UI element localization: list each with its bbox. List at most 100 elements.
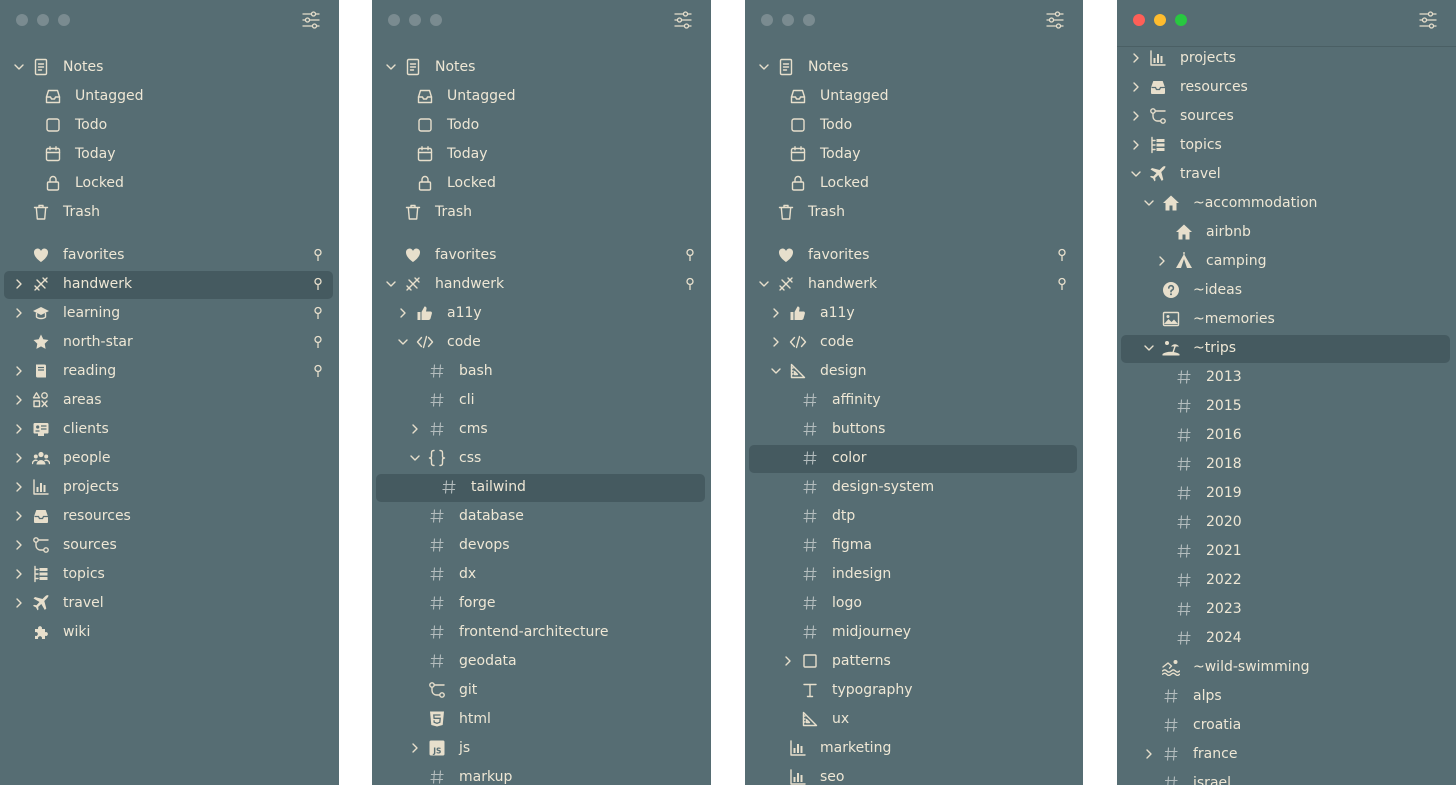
chevron-right-icon[interactable] (409, 742, 421, 754)
sidebar-item-marketing[interactable]: marketing (745, 734, 1083, 763)
sidebar-item-tailwind[interactable]: tailwind (372, 473, 711, 502)
sidebar-item-frontend-architecture[interactable]: frontend-architecture (372, 618, 711, 647)
sidebar-item-projects[interactable]: projects (1117, 44, 1456, 73)
chevron-down-icon[interactable] (397, 336, 409, 348)
sliders-icon[interactable] (1418, 10, 1438, 30)
sidebar-item-notes[interactable]: Notes (745, 53, 1083, 82)
minimize-button[interactable] (1154, 14, 1166, 26)
chevron-right-icon[interactable] (13, 510, 25, 522)
sidebar-item-sources[interactable]: sources (1117, 102, 1456, 131)
sliders-icon[interactable] (1045, 10, 1065, 30)
chevron-right-icon[interactable] (782, 655, 794, 667)
sidebar-item-markup[interactable]: markup (372, 763, 711, 785)
sidebar-item-wiki[interactable]: wiki (0, 618, 339, 647)
minimize-button[interactable] (782, 14, 794, 26)
sidebar-item-north-star[interactable]: north-star (0, 328, 339, 357)
sidebar-item-france[interactable]: france (1117, 740, 1456, 769)
close-button[interactable] (761, 14, 773, 26)
sidebar-item-2015[interactable]: 2015 (1117, 392, 1456, 421)
sidebar-item-trips[interactable]: ~trips (1117, 334, 1456, 363)
sidebar-item-favorites[interactable]: favorites (0, 241, 339, 270)
sidebar-item-geodata[interactable]: geodata (372, 647, 711, 676)
chevron-down-icon[interactable] (409, 452, 421, 464)
sidebar-item-css[interactable]: css (372, 444, 711, 473)
sidebar-item-cli[interactable]: cli (372, 386, 711, 415)
chevron-right-icon[interactable] (1130, 81, 1142, 93)
sidebar-item-handwerk[interactable]: handwerk (372, 270, 711, 299)
sidebar-item-topics[interactable]: topics (0, 560, 339, 589)
chevron-right-icon[interactable] (13, 307, 25, 319)
sidebar-item-favorites[interactable]: favorites (372, 241, 711, 270)
sidebar-item-sources[interactable]: sources (0, 531, 339, 560)
chevron-down-icon[interactable] (385, 278, 397, 290)
sidebar-item-trash[interactable]: Trash (372, 198, 711, 227)
chevron-right-icon[interactable] (1130, 139, 1142, 151)
sidebar-item-bash[interactable]: bash (372, 357, 711, 386)
chevron-down-icon[interactable] (1130, 168, 1142, 180)
sidebar-item-figma[interactable]: figma (745, 531, 1083, 560)
chevron-right-icon[interactable] (409, 423, 421, 435)
chevron-right-icon[interactable] (13, 365, 25, 377)
sidebar-item-clients[interactable]: clients (0, 415, 339, 444)
chevron-down-icon[interactable] (385, 61, 397, 73)
sidebar-item-projects[interactable]: projects (0, 473, 339, 502)
sidebar-item-database[interactable]: database (372, 502, 711, 531)
close-button[interactable] (388, 14, 400, 26)
sidebar-item-wild-swimming[interactable]: ~wild-swimming (1117, 653, 1456, 682)
chevron-right-icon[interactable] (13, 278, 25, 290)
sidebar-item-a11y[interactable]: a11y (745, 299, 1083, 328)
sidebar-item-2020[interactable]: 2020 (1117, 508, 1456, 537)
sidebar-item-2024[interactable]: 2024 (1117, 624, 1456, 653)
sidebar-item-people[interactable]: people (0, 444, 339, 473)
sidebar-item-design-system[interactable]: design-system (745, 473, 1083, 502)
sidebar-item-buttons[interactable]: buttons (745, 415, 1083, 444)
sidebar-item-resources[interactable]: resources (1117, 73, 1456, 102)
sidebar-item-untagged[interactable]: Untagged (745, 82, 1083, 111)
sidebar-item-seo[interactable]: seo (745, 763, 1083, 785)
sidebar-item-midjourney[interactable]: midjourney (745, 618, 1083, 647)
sidebar-item-notes[interactable]: Notes (0, 53, 339, 82)
chevron-right-icon[interactable] (13, 394, 25, 406)
sidebar-item-code[interactable]: code (372, 328, 711, 357)
zoom-button[interactable] (1175, 14, 1187, 26)
sidebar-item-locked[interactable]: Locked (745, 169, 1083, 198)
sidebar-item-resources[interactable]: resources (0, 502, 339, 531)
sidebar-item-design[interactable]: design (745, 357, 1083, 386)
sidebar-item-logo[interactable]: logo (745, 589, 1083, 618)
sidebar-item-handwerk[interactable]: handwerk (0, 270, 339, 299)
sidebar-item-2019[interactable]: 2019 (1117, 479, 1456, 508)
chevron-down-icon[interactable] (758, 61, 770, 73)
sidebar-item-israel[interactable]: israel (1117, 769, 1456, 785)
sidebar-item-cms[interactable]: cms (372, 415, 711, 444)
zoom-button[interactable] (430, 14, 442, 26)
sidebar-item-areas[interactable]: areas (0, 386, 339, 415)
sidebar-item-favorites[interactable]: favorites (745, 241, 1083, 270)
sidebar-item-todo[interactable]: Todo (745, 111, 1083, 140)
sidebar-item-2021[interactable]: 2021 (1117, 537, 1456, 566)
minimize-button[interactable] (409, 14, 421, 26)
sidebar-item-travel[interactable]: travel (1117, 160, 1456, 189)
sidebar-item-affinity[interactable]: affinity (745, 386, 1083, 415)
chevron-right-icon[interactable] (1156, 255, 1168, 267)
zoom-button[interactable] (58, 14, 70, 26)
sidebar-item-croatia[interactable]: croatia (1117, 711, 1456, 740)
sliders-icon[interactable] (301, 10, 321, 30)
sidebar-item-a11y[interactable]: a11y (372, 299, 711, 328)
sidebar-item-memories[interactable]: ~memories (1117, 305, 1456, 334)
chevron-right-icon[interactable] (13, 452, 25, 464)
chevron-right-icon[interactable] (397, 307, 409, 319)
sidebar-item-learning[interactable]: learning (0, 299, 339, 328)
sidebar-item-ux[interactable]: ux (745, 705, 1083, 734)
chevron-right-icon[interactable] (1130, 52, 1142, 64)
sidebar-item-travel[interactable]: travel (0, 589, 339, 618)
sidebar-item-untagged[interactable]: Untagged (372, 82, 711, 111)
chevron-right-icon[interactable] (13, 423, 25, 435)
sidebar-item-camping[interactable]: camping (1117, 247, 1456, 276)
sidebar-item-notes[interactable]: Notes (372, 53, 711, 82)
chevron-right-icon[interactable] (13, 481, 25, 493)
close-button[interactable] (16, 14, 28, 26)
chevron-down-icon[interactable] (758, 278, 770, 290)
minimize-button[interactable] (37, 14, 49, 26)
sidebar-item-handwerk[interactable]: handwerk (745, 270, 1083, 299)
chevron-right-icon[interactable] (770, 336, 782, 348)
